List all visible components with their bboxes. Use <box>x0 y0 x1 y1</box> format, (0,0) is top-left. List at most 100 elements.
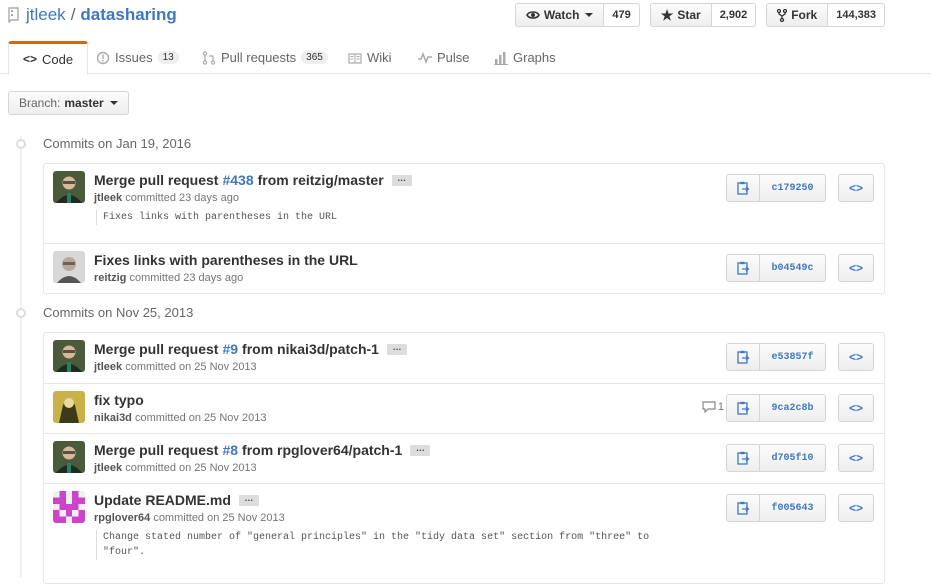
copy-sha-button[interactable] <box>726 494 760 522</box>
repo-owner-link[interactable]: jtleek <box>26 5 66 25</box>
commit-author-link[interactable]: jtleek <box>94 462 122 474</box>
tab-label: Wiki <box>367 50 392 65</box>
browse-files-button[interactable]: <> <box>838 174 874 202</box>
commit-message[interactable]: Update README.md <box>94 492 231 508</box>
repo-name-link[interactable]: datasharing <box>80 5 176 25</box>
commit-sha-link[interactable]: e53857f <box>760 343 826 371</box>
copy-sha-button[interactable] <box>726 254 760 282</box>
tab-issues[interactable]: Issues 13 <box>82 41 193 74</box>
comment-count-link[interactable]: 1 <box>702 401 724 413</box>
expand-description-button[interactable]: … <box>391 173 412 186</box>
commit-author-link[interactable]: nikai3d <box>94 412 132 424</box>
commit-sha-link[interactable]: b04549c <box>760 254 826 282</box>
tab-graphs[interactable]: Graphs <box>480 41 570 74</box>
commit-title[interactable]: Update README.md … <box>94 492 259 508</box>
code-icon: <> <box>848 350 863 364</box>
code-icon: <> <box>23 52 38 66</box>
copy-sha-button[interactable] <box>726 174 760 202</box>
commit-list: Merge pull request #9 from nikai3d/patch-1… <box>43 332 885 584</box>
fork-count[interactable]: 144,383 <box>828 3 885 27</box>
star-count[interactable]: 2,902 <box>711 3 757 27</box>
commit-row: fix typo nikai3d committed on 25 Nov 2013… <box>44 383 884 433</box>
tab-pull-requests[interactable]: Pull requests 365 <box>188 41 342 74</box>
commit-meta: jtleek committed 23 days ago <box>94 192 239 204</box>
commit-message-suffix[interactable]: from nikai3d/patch-1 <box>242 341 379 357</box>
expand-description-button[interactable]: … <box>238 493 259 506</box>
tab-pulse[interactable]: Pulse <box>404 41 484 74</box>
expand-description-button[interactable]: … <box>386 342 407 355</box>
browse-files-button[interactable]: <> <box>838 494 874 522</box>
commit-author-link[interactable]: reitzig <box>94 272 126 284</box>
sha-group: c179250 <box>726 174 826 202</box>
browse-files-button[interactable]: <> <box>838 394 874 422</box>
tab-label: Pull requests <box>221 50 297 65</box>
branch-select-button[interactable]: Branch: master <box>8 91 129 115</box>
star-group: ★ Star 2,902 <box>649 3 757 27</box>
pull-request-icon <box>202 50 216 65</box>
commit-sha-link[interactable]: d705f10 <box>760 444 826 472</box>
fork-group: Fork 144,383 <box>766 3 885 27</box>
commit-author-link[interactable]: jtleek <box>94 361 122 373</box>
copy-sha-button[interactable] <box>726 343 760 371</box>
copy-sha-button[interactable] <box>726 394 760 422</box>
avatar-jtleek[interactable] <box>53 340 85 372</box>
avatar-reitzig[interactable] <box>53 251 85 283</box>
code-icon: <> <box>848 401 863 415</box>
sha-group: 9ca2c8b <box>726 394 826 422</box>
commit-time: committed on 25 Nov 2013 <box>153 512 285 524</box>
expand-description-button[interactable]: … <box>410 443 431 456</box>
sha-group: f005643 <box>726 494 826 522</box>
commit-meta: nikai3d committed on 25 Nov 2013 <box>94 412 266 424</box>
watch-button[interactable]: Watch <box>514 3 605 27</box>
copy-sha-button[interactable] <box>726 444 760 472</box>
watch-count[interactable]: 479 <box>604 3 640 27</box>
commit-title[interactable]: fix typo <box>94 392 144 408</box>
avatar-jtleek[interactable] <box>53 171 85 203</box>
commit-sha-link[interactable]: 9ca2c8b <box>760 394 826 422</box>
commit-title[interactable]: Merge pull request #9 from nikai3d/patch-1… <box>94 341 407 357</box>
commit-title[interactable]: Merge pull request #438 from reitzig/maste… <box>94 172 412 188</box>
commit-message-suffix[interactable]: from rpglover64/patch-1 <box>242 442 402 458</box>
commit-group-title: Commits on Nov 25, 2013 <box>16 305 193 320</box>
timeline-dot <box>16 307 26 318</box>
commit-time: committed 23 days ago <box>129 272 244 284</box>
commit-author-link[interactable]: jtleek <box>94 192 122 204</box>
commit-title[interactable]: Fixes links with parentheses in the URL <box>94 252 358 268</box>
watch-group: Watch 479 <box>514 3 640 27</box>
avatar-rpglover64[interactable] <box>53 491 85 523</box>
fork-button[interactable]: Fork <box>766 3 829 27</box>
browse-files-button[interactable]: <> <box>838 254 874 282</box>
commit-message-suffix[interactable]: from reitzig/master <box>258 172 384 188</box>
browse-files-button[interactable]: <> <box>838 444 874 472</box>
eye-icon <box>525 11 540 19</box>
commit-message[interactable]: Merge pull request <box>94 341 218 357</box>
avatar-jtleek[interactable] <box>53 441 85 473</box>
avatar-nikai3d[interactable] <box>53 391 85 423</box>
repo-title: jtleek / datasharing <box>8 4 177 26</box>
pull-request-link[interactable]: #9 <box>222 341 238 357</box>
pull-request-link[interactable]: #438 <box>222 172 253 188</box>
graph-icon <box>494 51 508 65</box>
code-icon: <> <box>848 451 863 465</box>
watch-label: Watch <box>543 8 580 22</box>
commit-sha-link[interactable]: c179250 <box>760 174 826 202</box>
browse-files-button[interactable]: <> <box>838 343 874 371</box>
star-button[interactable]: ★ Star <box>649 3 712 27</box>
commit-message[interactable]: Merge pull request <box>94 442 218 458</box>
commit-author-link[interactable]: rpglover64 <box>94 512 150 524</box>
commit-message[interactable]: Fixes links with parentheses in the URL <box>94 252 358 268</box>
commit-sha-link[interactable]: f005643 <box>760 494 826 522</box>
commit-message[interactable]: Merge pull request <box>94 172 218 188</box>
commit-row: Merge pull request #438 from reitzig/maste… <box>44 164 884 243</box>
code-icon: <> <box>848 181 863 195</box>
commit-row: Merge pull request #8 from rpglover64/patc… <box>44 433 884 483</box>
tab-wiki[interactable]: Wiki <box>334 41 406 74</box>
book-icon <box>348 52 362 64</box>
commit-title[interactable]: Merge pull request #8 from rpglover64/patc… <box>94 442 431 458</box>
sha-group: b04549c <box>726 254 826 282</box>
pull-request-link[interactable]: #8 <box>222 442 238 458</box>
tab-code[interactable]: <> Code <box>8 41 89 75</box>
code-icon: <> <box>848 261 863 275</box>
issue-icon <box>96 51 110 64</box>
commit-message[interactable]: fix typo <box>94 392 144 408</box>
